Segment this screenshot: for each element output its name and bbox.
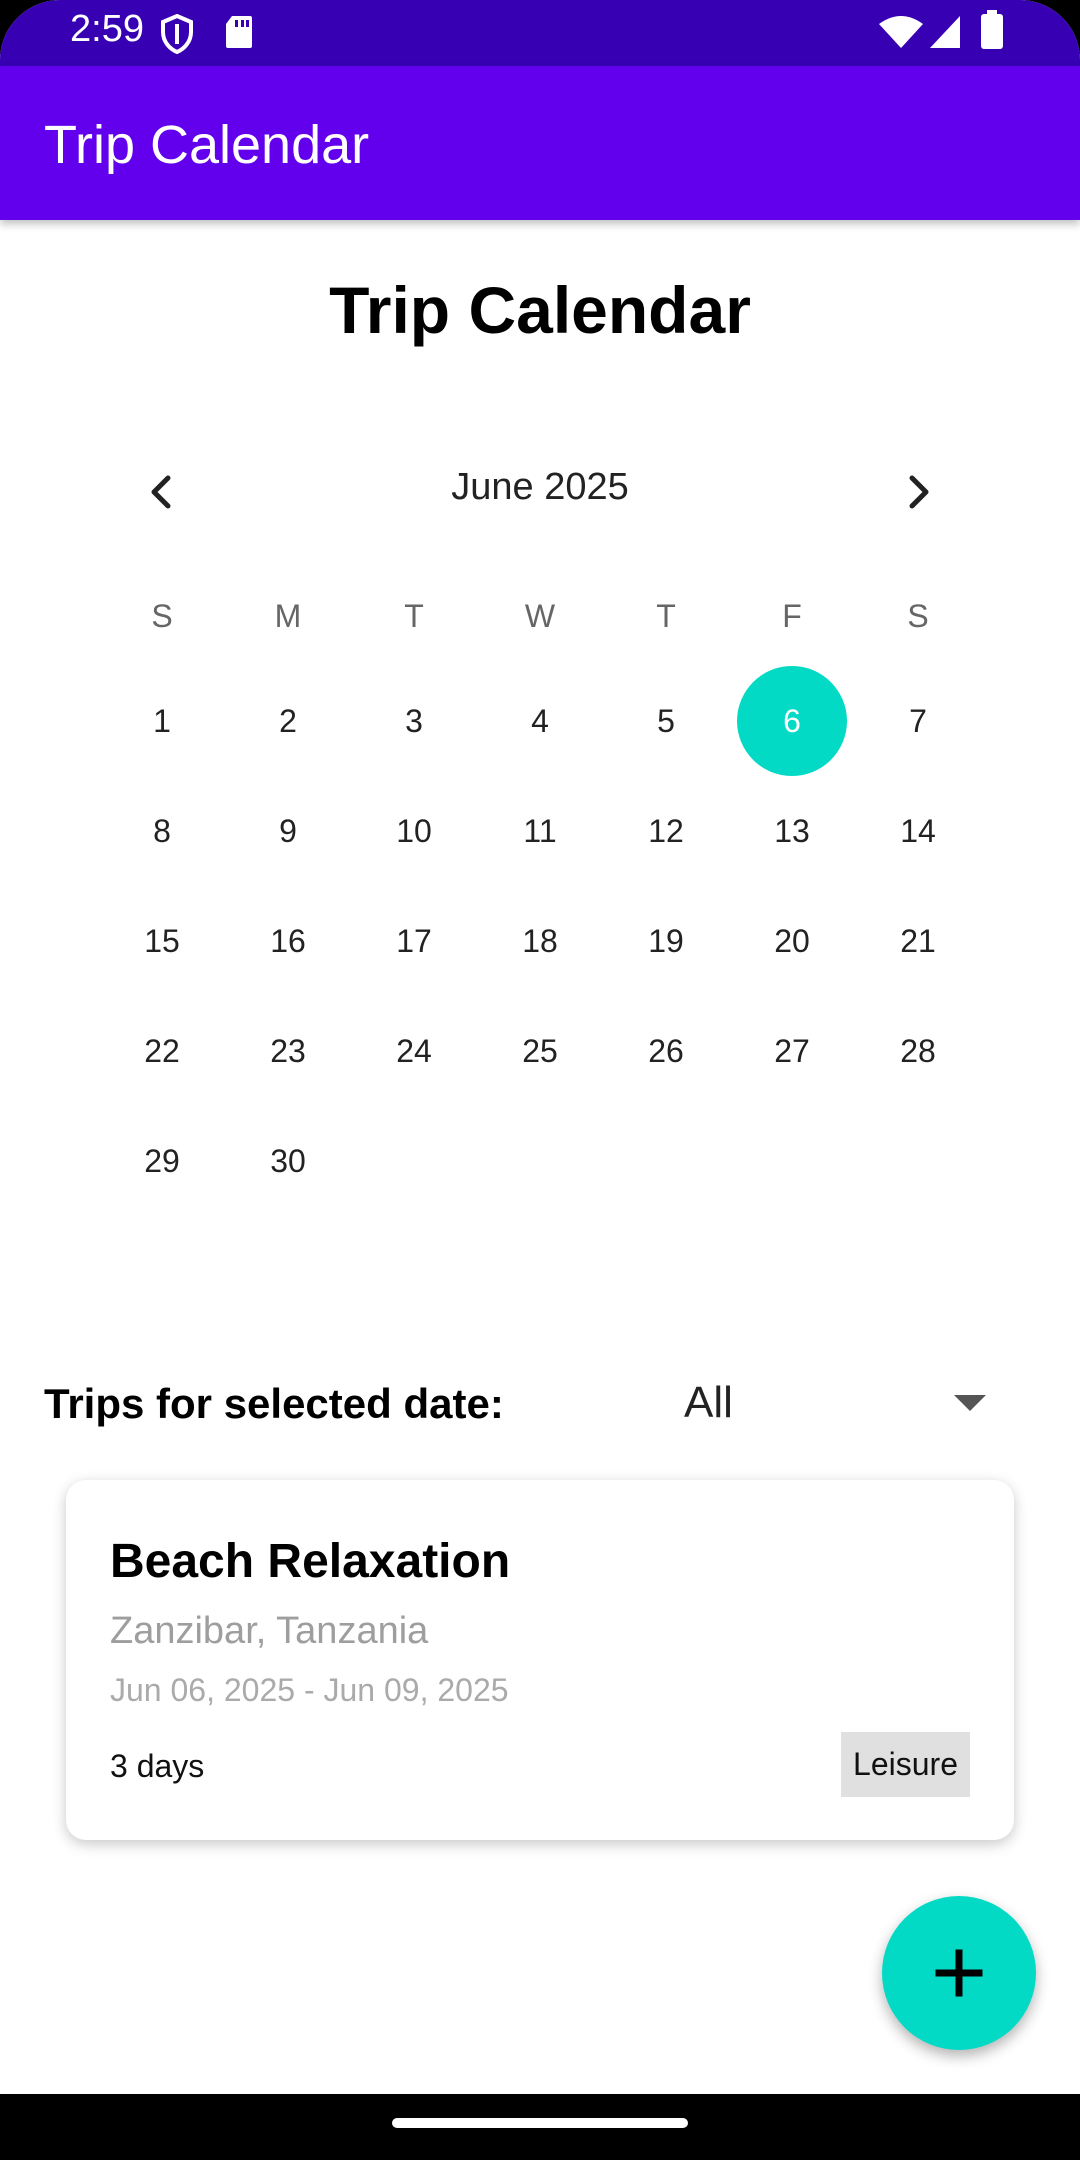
trip-category-tag: Leisure: [841, 1732, 970, 1797]
signal-icon: [928, 14, 962, 55]
sd-card-icon: [224, 14, 254, 55]
calendar-day[interactable]: 3: [359, 666, 469, 776]
calendar-day[interactable]: 14: [863, 776, 973, 886]
trip-name: Beach Relaxation: [110, 1535, 511, 1588]
next-month-button[interactable]: [888, 462, 948, 522]
weekday-label: T: [656, 598, 676, 634]
weekday-label: T: [404, 598, 424, 634]
calendar-day[interactable]: 27: [737, 996, 847, 1106]
calendar-day[interactable]: 29: [107, 1106, 217, 1216]
weekday-label: F: [782, 598, 802, 634]
calendar-day[interactable]: 26: [611, 996, 721, 1106]
battery-icon: [980, 10, 1004, 55]
calendar-day[interactable]: 21: [863, 886, 973, 996]
calendar-day[interactable]: 13: [737, 776, 847, 886]
app-bar: Trip Calendar: [0, 66, 1080, 220]
add-trip-button[interactable]: [882, 1896, 1036, 2050]
home-gesture-handle[interactable]: [392, 2118, 688, 2128]
calendar-day[interactable]: 25: [485, 996, 595, 1106]
trip-filter-value: All: [684, 1378, 733, 1427]
calendar-day[interactable]: 20: [737, 886, 847, 996]
dropdown-arrow-icon: [954, 1395, 986, 1411]
calendar-day[interactable]: 2: [233, 666, 343, 776]
calendar-day[interactable]: 24: [359, 996, 469, 1106]
plus-icon: [935, 1949, 983, 1997]
weekday-label: W: [524, 598, 556, 634]
calendar-day[interactable]: 28: [863, 996, 973, 1106]
calendar-day[interactable]: 23: [233, 996, 343, 1106]
trip-location: Zanzibar, Tanzania: [110, 1610, 429, 1652]
calendar-day[interactable]: 18: [485, 886, 595, 996]
shield-icon: [160, 13, 194, 59]
calendar-day[interactable]: 30: [233, 1106, 343, 1216]
status-bar: 2:59: [0, 0, 1080, 66]
calendar-day[interactable]: 12: [611, 776, 721, 886]
calendar-day[interactable]: 1: [107, 666, 217, 776]
screen: 2:59 Trip Calendar Trip Calendar June 20…: [0, 0, 1080, 2160]
calendar-day[interactable]: 16: [233, 886, 343, 996]
calendar-day[interactable]: 8: [107, 776, 217, 886]
app-bar-title: Trip Calendar: [44, 115, 370, 175]
calendar-day[interactable]: 10: [359, 776, 469, 886]
trip-card[interactable]: Beach Relaxation Zanzibar, Tanzania Jun …: [66, 1480, 1014, 1840]
status-time: 2:59: [70, 8, 144, 50]
calendar-day[interactable]: 11: [485, 776, 595, 886]
weekday-label: M: [274, 598, 302, 634]
weekday-label: S: [907, 598, 929, 634]
calendar-day[interactable]: 19: [611, 886, 721, 996]
calendar-day[interactable]: 4: [485, 666, 595, 776]
calendar-day[interactable]: 5: [611, 666, 721, 776]
wifi-icon: [878, 16, 924, 55]
calendar-day[interactable]: 17: [359, 886, 469, 996]
trip-duration: 3 days: [110, 1748, 205, 1784]
chevron-right-icon: [909, 475, 929, 509]
calendar-day-selected[interactable]: 6: [737, 666, 847, 776]
trip-filter-dropdown[interactable]: All: [660, 1360, 1000, 1450]
trip-dates: Jun 06, 2025 - Jun 09, 2025: [110, 1672, 509, 1708]
calendar-day[interactable]: 7: [863, 666, 973, 776]
page-title: Trip Calendar: [329, 273, 751, 347]
calendar-day[interactable]: 15: [107, 886, 217, 996]
calendar-day[interactable]: 22: [107, 996, 217, 1106]
weekday-label: S: [151, 598, 173, 634]
calendar-day[interactable]: 9: [233, 776, 343, 886]
trips-section-label: Trips for selected date:: [44, 1380, 504, 1427]
